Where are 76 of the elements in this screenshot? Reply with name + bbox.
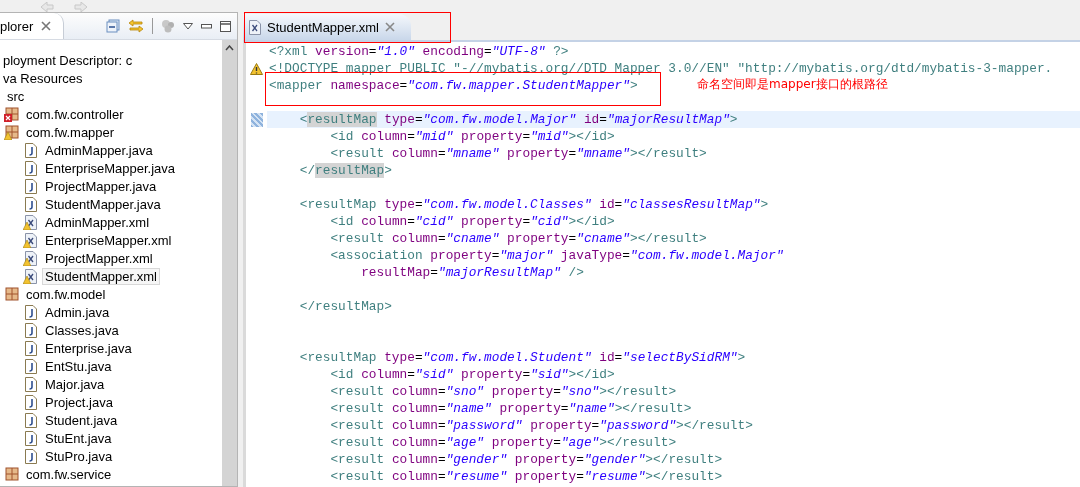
code-line: resultMap="majorResultMap" /> [360, 265, 584, 280]
collapse-all-icon[interactable] [106, 19, 120, 33]
explorer-tab[interactable]: plorer [0, 13, 65, 39]
code-line: <?xml version="1.0" encoding="UTF-8" ?> [268, 44, 569, 59]
occurrence-marker-icon [250, 112, 263, 127]
java-file-icon [25, 376, 37, 392]
java-file-icon [25, 322, 37, 338]
tree-item[interactable]: EntStu.java [42, 357, 115, 375]
code-line: <resultMap type="com.fw.model.Classes" id="classesResultMap"> [298, 197, 769, 212]
tree-item[interactable]: StudentMapper.xml [42, 267, 160, 285]
package-icon [4, 466, 20, 482]
code-line: </resultMap> [298, 299, 392, 314]
annotation-note: 命名空间即是mapper接口的根路径 [697, 76, 888, 93]
warning-icon [250, 62, 263, 75]
tree-item[interactable]: Major.java [42, 375, 108, 393]
tree-item[interactable]: com.fw.mapper [23, 123, 118, 141]
scrollbar[interactable] [222, 40, 237, 486]
filter-icon[interactable] [161, 19, 175, 33]
tree-item[interactable]: va Resources [0, 69, 86, 87]
tree-item[interactable]: AdminMapper.java [42, 141, 156, 159]
scroll-up-icon[interactable] [225, 45, 234, 51]
link-arrows-icon[interactable] [128, 19, 144, 33]
java-file-icon [25, 196, 37, 212]
close-icon[interactable] [385, 22, 395, 32]
java-file-icon [25, 304, 37, 320]
xml-file-icon [249, 19, 261, 35]
code-line: <result column="mname" property="mname"></result> [329, 146, 707, 161]
code-line: <id column="sid" property="sid"></id> [329, 367, 615, 382]
code-line: <result column="age" property="age"></result> [329, 435, 677, 450]
java-file-icon [25, 142, 37, 158]
code-line: <result column="name" property="name"></result> [329, 401, 692, 416]
java-file-icon [25, 178, 37, 194]
tree-item[interactable]: Classes.java [42, 321, 122, 339]
java-file-icon [25, 394, 37, 410]
tree-item[interactable]: Enterprise.java [42, 339, 135, 357]
tree-item[interactable]: Student.java [42, 411, 121, 429]
code-line: <!DOCTYPE mapper PUBLIC "-//mybatis.org//DTD Mapper 3.0//EN" "http://mybatis.org/dtd/mybatis-3-mapper. [268, 61, 1053, 76]
code-line: <association property="major" javaType="com.fw.model.Major" [329, 248, 784, 263]
view-menu-icon[interactable] [183, 22, 193, 30]
tree-item[interactable]: ProjectMapper.java [42, 177, 160, 195]
code-line: <result column="gender" property="gender"></result> [329, 452, 723, 467]
code-line: <id column="cid" property="cid"></id> [329, 214, 615, 229]
java-file-icon [25, 340, 37, 356]
editor-tab[interactable]: StudentMapper.xml [243, 14, 411, 40]
package-icon [4, 286, 20, 302]
code-line: <result column="resume" property="resume"></result> [329, 469, 723, 484]
code-line: <mapper namespace="com.fw.mapper.StudentMapper"> [268, 78, 638, 93]
tree-item[interactable]: Admin.java [42, 303, 113, 321]
close-icon[interactable] [41, 21, 52, 31]
code-line: <resultMap type="com.fw.model.Student" id="selectBySidRM"> [298, 350, 746, 365]
tree-item[interactable]: ployment Descriptor: c [0, 51, 136, 69]
tree-item[interactable]: Project.java [42, 393, 116, 411]
tree-item[interactable]: StuPro.java [42, 447, 116, 465]
code-line: <resultMap type="com.fw.model.Major" id="majorResultMap"> [298, 112, 738, 127]
tree-item[interactable]: ProjectMapper.xml [42, 249, 156, 267]
java-file-icon [25, 160, 37, 176]
tree-item[interactable]: src [4, 87, 28, 105]
tree-item[interactable]: com.fw.model [23, 285, 109, 303]
tree-item[interactable]: EnterpriseMapper.xml [42, 231, 175, 249]
java-file-icon [25, 430, 37, 446]
java-file-icon [25, 412, 37, 428]
tree-item[interactable]: com.fw.controller [23, 105, 127, 123]
java-file-icon [25, 448, 37, 464]
tree-item[interactable]: AdminMapper.xml [42, 213, 153, 231]
maximize-icon[interactable] [220, 20, 231, 32]
minimize-icon[interactable] [201, 23, 212, 29]
code-line: <result column="cname" property="cname"></result> [329, 231, 707, 246]
tree-item[interactable]: StudentMapper.java [42, 195, 164, 213]
java-file-icon [25, 358, 37, 374]
code-line: <id column="mid" property="mid"></id> [329, 129, 615, 144]
tree-item[interactable]: StuEnt.java [42, 429, 115, 447]
code-line: </resultMap> [298, 163, 392, 178]
tree-item[interactable]: EnterpriseMapper.java [42, 159, 179, 177]
code-line: <result column="password" property="password"></result> [329, 418, 753, 433]
code-line: <result column="sno" property="sno"></result> [329, 384, 677, 399]
tree-item[interactable]: com.fw.service [23, 465, 115, 483]
